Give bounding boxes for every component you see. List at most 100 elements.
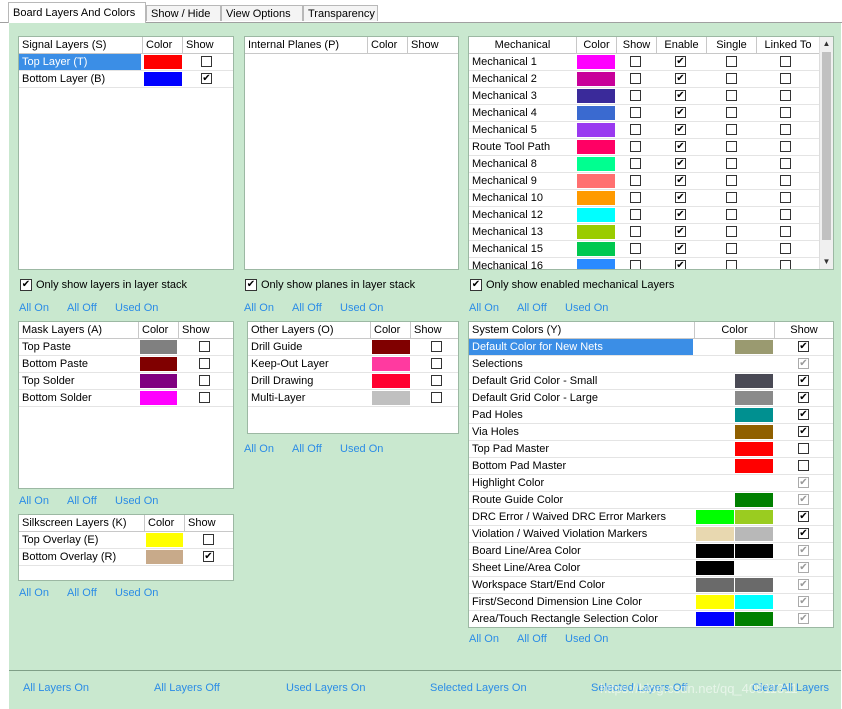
used-layers-on-link[interactable]: Used Layers On <box>286 682 365 694</box>
system-row[interactable]: Top Pad Master <box>469 441 833 458</box>
only-show-layers-checkbox[interactable]: ✔ <box>20 279 32 291</box>
show-checkbox[interactable]: ✔ <box>798 596 809 607</box>
enable-checkbox[interactable]: ✔ <box>675 73 686 84</box>
col-mask-layers[interactable]: Mask Layers (A) <box>19 322 139 338</box>
signal-row[interactable]: Top Layer (T) <box>19 54 233 71</box>
col-color[interactable]: Color <box>145 515 185 531</box>
tab-transparency[interactable]: Transparency <box>303 5 378 21</box>
system-row[interactable]: Sheet Line/Area Color ✔ <box>469 560 833 577</box>
color-swatch[interactable] <box>577 72 615 86</box>
show-checkbox[interactable] <box>203 534 214 545</box>
show-checkbox[interactable] <box>630 56 641 67</box>
linked-to-checkbox[interactable] <box>780 260 791 269</box>
color-swatch-secondary[interactable] <box>735 578 773 592</box>
system-row[interactable]: Selections ✔ <box>469 356 833 373</box>
system-row[interactable]: Highlight Color ✔ <box>469 475 833 492</box>
color-swatch[interactable] <box>577 208 615 222</box>
color-swatch-secondary[interactable] <box>735 442 773 456</box>
linked-to-checkbox[interactable] <box>780 158 791 169</box>
enable-checkbox[interactable]: ✔ <box>675 56 686 67</box>
system-row[interactable]: Route Guide Color ✔ <box>469 492 833 509</box>
col-mechanical[interactable]: Mechanical <box>469 37 577 53</box>
col-show[interactable]: Show <box>183 37 223 53</box>
show-checkbox[interactable] <box>199 392 210 403</box>
color-swatch[interactable] <box>372 374 410 388</box>
show-checkbox[interactable]: ✔ <box>798 579 809 590</box>
linked-to-checkbox[interactable] <box>780 73 791 84</box>
color-swatch[interactable] <box>577 55 615 69</box>
system-row[interactable]: Bottom Pad Master <box>469 458 833 475</box>
show-checkbox[interactable] <box>630 124 641 135</box>
silk-row[interactable]: Bottom Overlay (R) ✔ <box>19 549 233 566</box>
col-enable[interactable]: Enable <box>657 37 707 53</box>
single-checkbox[interactable] <box>726 192 737 203</box>
show-checkbox[interactable]: ✔ <box>798 562 809 573</box>
mech-row[interactable]: Mechanical 2 ✔ <box>469 71 819 88</box>
mech-used-on-link[interactable]: Used On <box>565 302 608 314</box>
mech-row[interactable]: Mechanical 5 ✔ <box>469 122 819 139</box>
col-show[interactable]: Show <box>411 322 458 338</box>
selected-layers-on-link[interactable]: Selected Layers On <box>430 682 527 694</box>
show-checkbox[interactable] <box>798 443 809 454</box>
show-checkbox[interactable] <box>630 141 641 152</box>
linked-to-checkbox[interactable] <box>780 192 791 203</box>
scroll-down-arrow-icon[interactable]: ▼ <box>820 255 833 269</box>
col-show[interactable]: Show <box>185 515 225 531</box>
other-all-off-link[interactable]: All Off <box>292 443 322 455</box>
color-swatch-primary[interactable] <box>696 408 734 422</box>
system-row[interactable]: First/Second Dimension Line Color ✔ <box>469 594 833 611</box>
color-swatch-primary[interactable] <box>696 374 734 388</box>
col-signal-layers[interactable]: Signal Layers (S) <box>19 37 143 53</box>
silk-row[interactable]: Top Overlay (E) <box>19 532 233 549</box>
col-show[interactable]: Show <box>179 322 219 338</box>
system-row[interactable]: Default Color for New Nets ✔ <box>469 339 833 356</box>
color-swatch-secondary[interactable] <box>735 374 773 388</box>
mask-row[interactable]: Bottom Solder <box>19 390 233 407</box>
silk-used-on-link[interactable]: Used On <box>115 587 158 599</box>
show-checkbox[interactable] <box>630 175 641 186</box>
only-show-enabled-mechanical-checkbox[interactable]: ✔ <box>470 279 482 291</box>
other-row[interactable]: Multi-Layer <box>248 390 458 407</box>
color-swatch[interactable] <box>144 55 182 69</box>
show-checkbox[interactable] <box>199 341 210 352</box>
system-all-on-link[interactable]: All On <box>469 633 499 645</box>
col-color[interactable]: Color <box>143 37 183 53</box>
color-swatch-primary[interactable] <box>696 561 734 575</box>
system-row[interactable]: Area/Touch Rectangle Selection Color ✔ <box>469 611 833 627</box>
system-row[interactable]: Default Grid Color - Large ✔ <box>469 390 833 407</box>
color-swatch[interactable] <box>577 140 615 154</box>
col-system-colors[interactable]: System Colors (Y) <box>469 322 695 338</box>
color-swatch-secondary[interactable] <box>735 493 773 507</box>
mech-all-off-link[interactable]: All Off <box>517 302 547 314</box>
col-internal-planes[interactable]: Internal Planes (P) <box>245 37 368 53</box>
color-swatch[interactable] <box>372 357 410 371</box>
other-used-on-link[interactable]: Used On <box>340 443 383 455</box>
color-swatch-secondary[interactable] <box>735 408 773 422</box>
color-swatch[interactable] <box>140 340 177 354</box>
mask-row[interactable]: Bottom Paste <box>19 356 233 373</box>
mech-row[interactable]: Mechanical 13 ✔ <box>469 224 819 241</box>
show-checkbox[interactable]: ✔ <box>798 528 809 539</box>
planes-used-on-link[interactable]: Used On <box>340 302 383 314</box>
show-checkbox[interactable] <box>630 192 641 203</box>
show-checkbox[interactable] <box>630 226 641 237</box>
color-swatch[interactable] <box>146 533 183 547</box>
silk-all-on-link[interactable]: All On <box>19 587 49 599</box>
tab-board-layers-and-colors[interactable]: Board Layers And Colors <box>8 2 146 23</box>
color-swatch[interactable] <box>140 391 177 405</box>
system-used-on-link[interactable]: Used On <box>565 633 608 645</box>
color-swatch[interactable] <box>577 157 615 171</box>
single-checkbox[interactable] <box>726 73 737 84</box>
system-row[interactable]: Via Holes ✔ <box>469 424 833 441</box>
single-checkbox[interactable] <box>726 175 737 186</box>
single-checkbox[interactable] <box>726 243 737 254</box>
mech-row[interactable]: Mechanical 9 ✔ <box>469 173 819 190</box>
all-layers-off-link[interactable]: All Layers Off <box>154 682 220 694</box>
color-swatch-secondary[interactable] <box>735 340 773 354</box>
signal-used-on-link[interactable]: Used On <box>115 302 158 314</box>
system-row[interactable]: Violation / Waived Violation Markers ✔ <box>469 526 833 543</box>
show-checkbox[interactable]: ✔ <box>798 426 809 437</box>
color-swatch[interactable] <box>577 123 615 137</box>
enable-checkbox[interactable]: ✔ <box>675 209 686 220</box>
show-checkbox[interactable]: ✔ <box>798 613 809 624</box>
